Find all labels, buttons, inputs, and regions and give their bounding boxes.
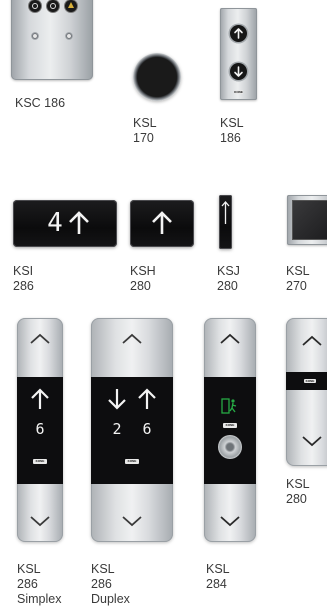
ksc186-panel [11,0,93,80]
ksl286-duplex-kone-logo: KONE [125,459,139,464]
chevron-up-icon[interactable] [28,332,52,346]
ksl280-kone-logo: KONE [304,379,316,383]
arrow-down-icon [108,389,126,410]
ksl286-simplex-label-line3: Simplex [17,592,62,606]
ksl280-label-line1: KSL [286,477,310,491]
ksl186-label-line1: KSL [220,116,244,130]
ksc186-button-2[interactable] [47,0,59,12]
chevron-down-icon[interactable] [28,514,52,528]
ksl286-duplex-label-line2: 286 [91,577,112,591]
ksl186-panel: KONE [220,8,257,100]
ksi286-display: 4 [13,200,117,247]
warning-triangle-icon [68,2,74,8]
chevron-down-icon[interactable] [300,434,324,448]
ksj280-label-line1: KSJ [217,264,240,278]
ksl286-simplex-display: 6 KONE [17,377,63,484]
ksi286-label-line2: 286 [13,279,34,293]
arrow-up-icon [152,211,172,234]
ksl286-simplex-label-line1: KSL [17,562,41,576]
ksi286-label-line1: KSI [13,264,34,278]
ksl280-display: KONE [286,372,327,390]
chevron-down-icon[interactable] [120,514,144,528]
ksl186-down-button[interactable] [230,63,247,80]
ksl280-panel: KONE [286,318,327,466]
fire-exit-icon [221,398,237,414]
ksl286-simplex-kone-logo: KONE [33,459,47,464]
ksl170-label-line2: 170 [133,131,154,145]
ksj280-label-line2: 280 [217,279,238,293]
ksl284-display: KONE [204,377,256,484]
ksl286-simplex-floor: 6 [35,420,45,438]
arrow-up-icon [221,201,230,224]
ksl270-label-line1: KSL [286,264,310,278]
ksh280-label-line2: 280 [130,279,151,293]
ksl286-duplex-floor-right: 6 [142,420,152,438]
ksj280-display [219,195,232,249]
chevron-up-icon[interactable] [120,332,144,346]
arrow-up-icon [234,28,243,39]
ksc186-key-switch-left[interactable] [31,32,39,40]
ksc186-key-switch-right[interactable] [65,32,73,40]
ksc186-button-3[interactable] [65,0,77,12]
ksl286-duplex-panel: 2 6 KONE [91,318,173,542]
chevron-up-icon[interactable] [300,334,324,348]
ksl286-duplex-display: 2 6 KONE [91,377,173,484]
ksl286-duplex-floor-left: 2 [112,420,122,438]
arrow-down-icon [234,66,243,77]
chevron-down-icon[interactable] [218,514,242,528]
ksl284-label-line1: KSL [206,562,230,576]
ksc186-label: KSC 186 [15,96,66,110]
ksl286-simplex-label-line2: 286 [17,577,38,591]
ksl284-panel: KONE [204,318,256,542]
ksl186-label-line2: 186 [220,131,241,145]
ksc186-button-2-icon [50,3,56,9]
ksl270-panel [287,195,327,245]
ksl186-up-button[interactable] [230,25,247,42]
card-reader-icon[interactable] [218,435,242,459]
ksl270-label-line2: 270 [286,279,307,293]
ksl186-kone-logo: KONE [234,90,243,94]
ksl284-kone-logo: KONE [223,423,237,428]
ksc186-button-1[interactable] [29,0,41,12]
ksc186-button-1-icon [32,3,38,9]
chevron-up-icon[interactable] [218,332,242,346]
ksl286-simplex-panel: 6 KONE [17,318,63,542]
ksl170-round-button[interactable] [133,53,181,101]
ksl270-screen [292,200,327,240]
ksi286-floor-number: 4 [47,208,63,238]
ksh280-label-line1: KSH [130,264,156,278]
ksl170-label-line1: KSL [133,116,157,130]
ksl280-label-line2: 280 [286,492,307,506]
ksh280-display [130,200,194,247]
arrow-up-icon [138,388,156,409]
ksl286-duplex-label-line1: KSL [91,562,115,576]
ksl284-label-line2: 284 [206,577,227,591]
arrow-up-icon [69,211,89,234]
ksl286-duplex-label-line3: Duplex [91,592,130,606]
arrow-up-icon [31,388,49,409]
